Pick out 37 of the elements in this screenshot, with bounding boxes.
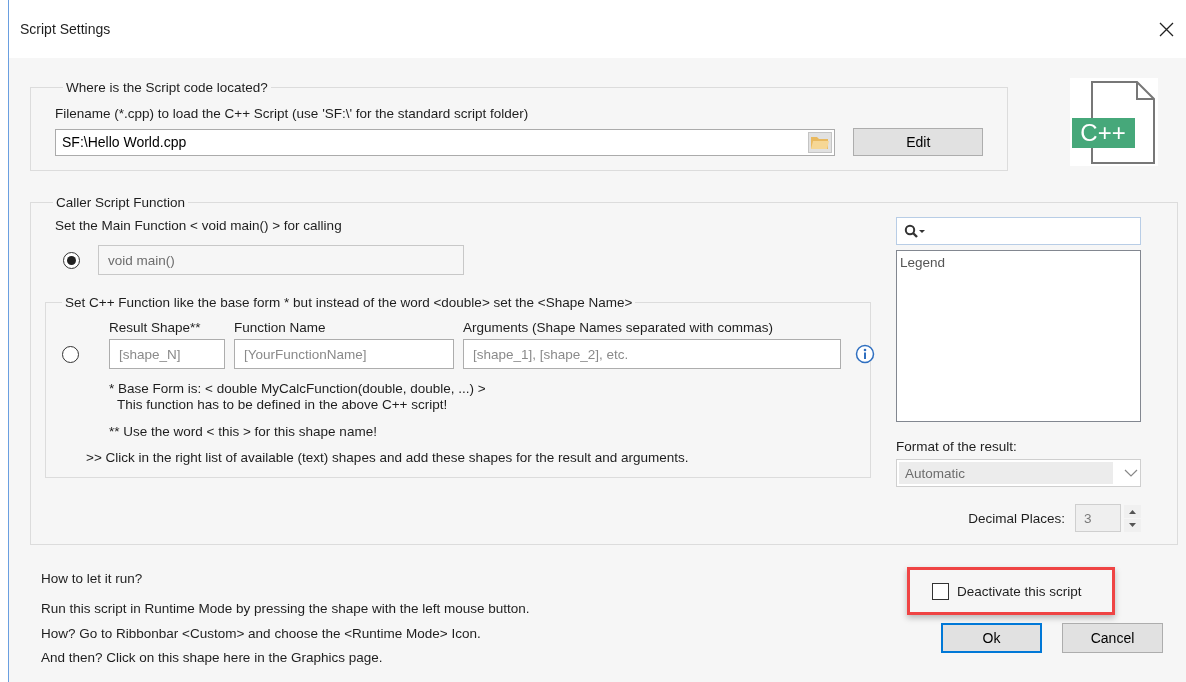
option-label: Set the Main Function < void main() > for calling	[55, 218, 343, 233]
cancel-button[interactable]: Cancel	[1062, 623, 1163, 653]
field-label: Function Name	[234, 320, 327, 335]
note-text: ** Use the word < this > for this shape name!	[109, 424, 378, 439]
help-title: How to let it run?	[41, 571, 144, 586]
radio-button[interactable]	[62, 345, 79, 363]
input-field[interactable]: [shape_1], [shape_2], etc.	[463, 339, 841, 369]
close-icon[interactable]	[1159, 21, 1174, 37]
field-label: Decimal Places:	[968, 510, 1065, 526]
chevron-icon	[1124, 469, 1138, 477]
field-label: Result Shape**	[109, 320, 202, 335]
input-field[interactable]: [YourFunctionName]	[234, 339, 454, 369]
ok-button[interactable]: Ok	[941, 623, 1042, 653]
field-label: Format of the result:	[896, 439, 1018, 454]
field-label: Arguments (Shape Names separated with commas)	[463, 320, 774, 335]
search-icon	[904, 224, 926, 238]
spin-down-icon[interactable]	[1124, 518, 1141, 532]
search-field[interactable]	[896, 217, 1141, 245]
help-text: How? Go to Ribbonbar <Custom> and choose the <Runtime Mode> Icon.	[41, 624, 482, 643]
spin-up-icon[interactable]	[1124, 504, 1141, 518]
field-label: Filename (*.cpp) to load the C++ Script (use 'SF:\' for the standard script folder)	[55, 106, 530, 121]
checkbox-label[interactable]: Deactivate this script	[957, 583, 1082, 599]
help-text: Run this script in Runtime Mode by pressing the shape with the left mouse button.	[41, 600, 531, 618]
group-title: Where is the Script code located?	[65, 80, 269, 95]
note-text: * Base Form is: < double MyCalcFunction(double, double, ...) >	[109, 381, 487, 396]
checkbox[interactable]	[932, 582, 949, 600]
list-item[interactable]: Legend	[900, 255, 1137, 270]
cpp-file-icon: C++	[1070, 78, 1158, 166]
group-title: Set C++ Function like the base form * but instead of the word <double> set the <Shape Name>	[64, 295, 634, 310]
input-field[interactable]: [shape_N]	[109, 339, 225, 369]
note-text: This function has to be defined in the above C++ script!	[117, 397, 449, 412]
hint-text: >> Click in the right list of available (text) shapes and add these shapes for the result and arguments.	[86, 450, 690, 465]
group-title: Caller Script Function	[55, 195, 187, 210]
edit-button[interactable]: Edit	[853, 128, 983, 156]
info-icon[interactable]	[855, 344, 875, 364]
help-text: And then? Click on this shape here in the Graphics page.	[41, 649, 384, 667]
window-title: Script Settings	[20, 21, 111, 37]
